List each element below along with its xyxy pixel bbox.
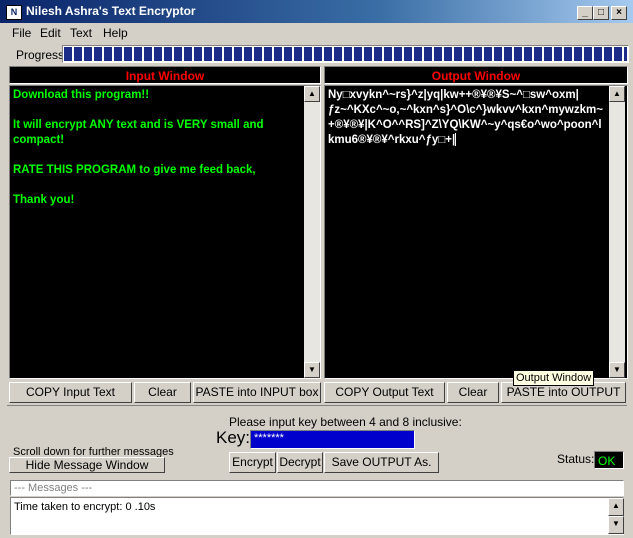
save-output-button[interactable]: Save OUTPUT As. bbox=[324, 452, 439, 473]
decrypt-button[interactable]: Decrypt bbox=[277, 452, 323, 473]
menu-file[interactable]: File bbox=[12, 26, 31, 40]
paste-input-button[interactable]: PASTE into INPUT box bbox=[193, 382, 321, 403]
scroll-up-icon[interactable]: ▲ bbox=[609, 86, 625, 102]
input-scrollbar[interactable]: ▲ ▼ bbox=[304, 86, 320, 378]
menu-edit[interactable]: Edit bbox=[40, 26, 61, 40]
minimize-button[interactable]: _ bbox=[577, 6, 593, 20]
key-input[interactable]: ******* bbox=[250, 430, 415, 449]
progress-bar bbox=[62, 45, 629, 63]
close-button[interactable]: × bbox=[611, 6, 627, 20]
scroll-down-icon[interactable]: ▼ bbox=[304, 362, 320, 378]
output-scrollbar[interactable]: ▲ ▼ bbox=[609, 86, 625, 378]
status-value: OK bbox=[594, 451, 624, 469]
clear-input-button[interactable]: Clear bbox=[134, 382, 191, 403]
messages-body: Time taken to encrypt: 0 .10s bbox=[10, 497, 624, 535]
clear-output-button[interactable]: Clear bbox=[447, 382, 499, 403]
messages-header: --- Messages --- bbox=[10, 480, 624, 496]
scroll-down-icon[interactable]: ▼ bbox=[609, 362, 625, 378]
input-textarea[interactable]: Download this program!! It will encrypt … bbox=[9, 85, 321, 379]
window-title: Nilesh Ashra's Text Encryptor bbox=[26, 4, 196, 18]
copy-output-button[interactable]: COPY Output Text bbox=[324, 382, 445, 403]
progress-label: Progress: bbox=[16, 48, 68, 62]
scroll-down-icon[interactable]: ▼ bbox=[608, 516, 624, 534]
input-window-header: Input Window bbox=[9, 66, 321, 84]
menu-help[interactable]: Help bbox=[103, 26, 128, 40]
messages-scrollbar[interactable]: ▲ ▼ bbox=[608, 498, 624, 534]
title-bar: N Nilesh Ashra's Text Encryptor _ □ × bbox=[0, 0, 633, 23]
copy-input-button[interactable]: COPY Input Text bbox=[9, 382, 132, 403]
app-icon[interactable]: N bbox=[6, 5, 22, 20]
menu-text[interactable]: Text bbox=[70, 26, 92, 40]
tooltip: Output Window bbox=[513, 370, 595, 386]
status-label: Status: bbox=[557, 452, 595, 466]
maximize-button[interactable]: □ bbox=[593, 6, 609, 20]
menu-bar: File Edit Text Help bbox=[0, 23, 633, 43]
output-window-header: Output Window bbox=[324, 66, 628, 84]
output-textarea[interactable]: Ny□xvykn^~rs}^z|yq|kw++®¥®¥S~^□sw^oxm|ƒz… bbox=[324, 85, 628, 379]
text-caret bbox=[455, 133, 457, 147]
scroll-up-icon[interactable]: ▲ bbox=[304, 86, 320, 102]
hide-message-window-button[interactable]: Hide Message Window bbox=[9, 457, 165, 473]
progress-fill bbox=[64, 47, 627, 61]
scroll-up-icon[interactable]: ▲ bbox=[608, 498, 624, 516]
encrypt-button[interactable]: Encrypt bbox=[229, 452, 276, 473]
key-prompt: Please input key between 4 and 8 inclusi… bbox=[229, 415, 462, 429]
key-label: Key: bbox=[216, 428, 251, 447]
